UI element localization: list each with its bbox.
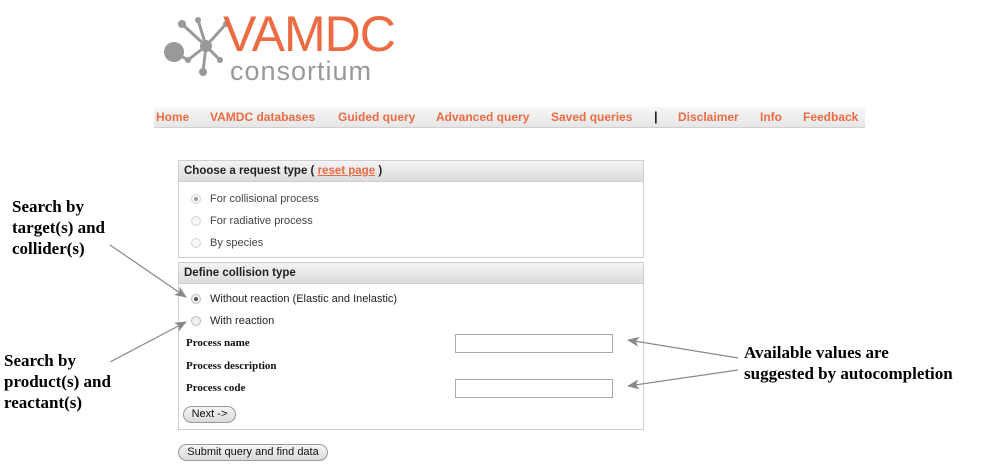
annotation-arrows	[109, 244, 739, 390]
arrow-process-name	[627, 336, 739, 359]
arrow-process-code	[627, 369, 739, 390]
arrow-product-reactant	[109, 321, 187, 363]
arrow-target-collider	[109, 244, 187, 298]
